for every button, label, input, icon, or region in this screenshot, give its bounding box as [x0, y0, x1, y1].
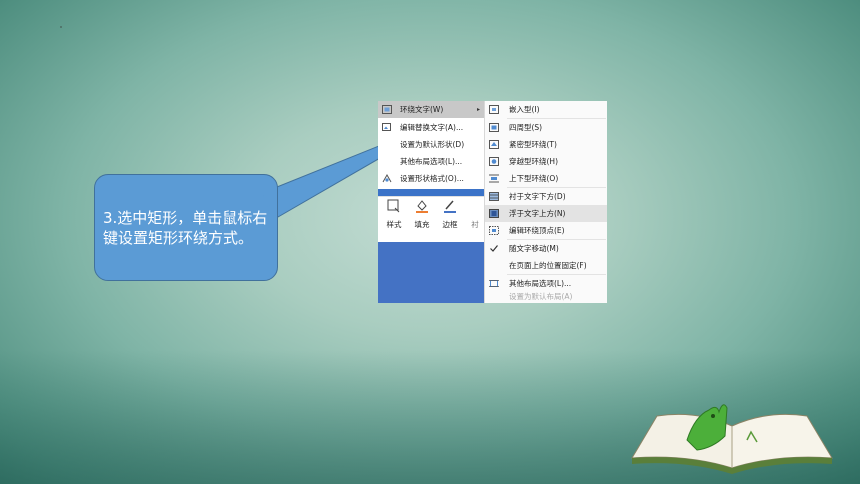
wrap-text-icon: [382, 105, 392, 114]
submenu-item-label: 衬于文字下方(D): [509, 192, 566, 201]
square-wrap-icon: [489, 123, 499, 132]
submenu-item-fix-position[interactable]: 在页面上的位置固定(F): [485, 257, 607, 274]
tight-wrap-icon: [489, 140, 499, 149]
submenu-item-move-with-text[interactable]: 随文字移动(M): [485, 240, 607, 257]
submenu-item-square[interactable]: 四周型(S): [485, 119, 607, 136]
context-item-label: 环绕文字(W): [400, 105, 444, 114]
behind-button[interactable]: 衬: [466, 199, 484, 230]
submenu-item-label: 编辑环绕顶点(E): [509, 226, 565, 235]
fill-button[interactable]: 填充: [408, 199, 436, 230]
submenu-item-top-bottom[interactable]: 上下型环绕(O): [485, 170, 607, 187]
submenu-item-label: 嵌入型(I): [509, 105, 540, 114]
submenu-arrow-icon: ▸: [476, 106, 480, 113]
shape-ribbon: 样式 填充 边框 衬: [378, 196, 485, 242]
in-front-text-icon: [489, 209, 499, 218]
inline-wrap-icon: [489, 105, 499, 114]
context-item-label: 设置形状格式(O)...: [400, 174, 464, 183]
submenu-item-inline[interactable]: 嵌入型(I): [485, 101, 607, 118]
top-bottom-wrap-icon: [489, 174, 499, 183]
paint-bucket-icon: [416, 200, 428, 213]
context-item-label: 其他布局选项(L)...: [400, 157, 463, 166]
behind-label: 衬: [471, 220, 479, 229]
submenu-item-label: 在页面上的位置固定(F): [509, 261, 587, 270]
fill-label: 填充: [414, 220, 430, 229]
context-item-label: 设置为默认形状(D): [400, 140, 465, 149]
context-item-more-layout[interactable]: 其他布局选项(L)...: [378, 153, 485, 170]
outline-label: 边框: [442, 220, 458, 229]
shape-style-icon: [387, 199, 400, 213]
pen-outline-icon: [444, 200, 456, 213]
alt-text-icon: [382, 123, 391, 131]
submenu-item-edit-wrap-points[interactable]: 编辑环绕顶点(E): [485, 222, 607, 239]
submenu-item-in-front-text[interactable]: 浮于文字上方(N): [485, 205, 607, 222]
context-item-alt-text[interactable]: 编辑替换文字(A)...: [378, 119, 485, 136]
submenu-item-tight[interactable]: 紧密型环绕(T): [485, 136, 607, 153]
submenu-item-through[interactable]: 穿越型环绕(H): [485, 153, 607, 170]
context-item-wrap-text[interactable]: 环绕文字(W) ▸: [378, 101, 485, 118]
submenu-item-behind-text[interactable]: 衬于文字下方(D): [485, 188, 607, 205]
context-item-label: 编辑替换文字(A)...: [400, 123, 464, 132]
wrap-text-submenu: 嵌入型(I) 四周型(S) 紧密型环绕(T) 穿越型环绕(H) 上下型环绕(O)…: [484, 101, 607, 303]
check-icon: [490, 245, 498, 252]
submenu-item-label: 四周型(S): [509, 123, 543, 132]
through-wrap-icon: [489, 157, 499, 166]
outline-button[interactable]: 边框: [436, 199, 464, 230]
submenu-item-label: 浮于文字上方(N): [509, 209, 566, 218]
submenu-item-label: 随文字移动(M): [509, 244, 559, 253]
submenu-item-label: 紧密型环绕(T): [509, 140, 557, 149]
open-book-image: [631, 404, 833, 474]
submenu-item-label: 穿越型环绕(H): [509, 157, 558, 166]
submenu-item-label: 上下型环绕(O): [509, 174, 559, 183]
layout-options-icon: [489, 280, 499, 287]
format-shape-icon: [382, 174, 392, 183]
submenu-item-label: 设置为默认布局(A): [509, 292, 573, 301]
selected-shape-edge: [378, 189, 485, 196]
behind-text-icon: [489, 192, 499, 201]
selected-rectangle-shape[interactable]: [378, 242, 485, 303]
edit-wrap-points-icon: [489, 226, 499, 235]
style-label: 样式: [386, 220, 402, 229]
context-item-format-shape[interactable]: 设置形状格式(O)...: [378, 170, 485, 187]
style-button[interactable]: 样式: [380, 199, 408, 230]
submenu-item-set-default-layout: 设置为默认布局(A): [485, 288, 607, 303]
menu-screenshot: 环绕文字(W) ▸ 编辑替换文字(A)... 设置为默认形状(D) 其他布局选项…: [378, 101, 607, 303]
context-item-set-default-shape[interactable]: 设置为默认形状(D): [378, 136, 485, 153]
